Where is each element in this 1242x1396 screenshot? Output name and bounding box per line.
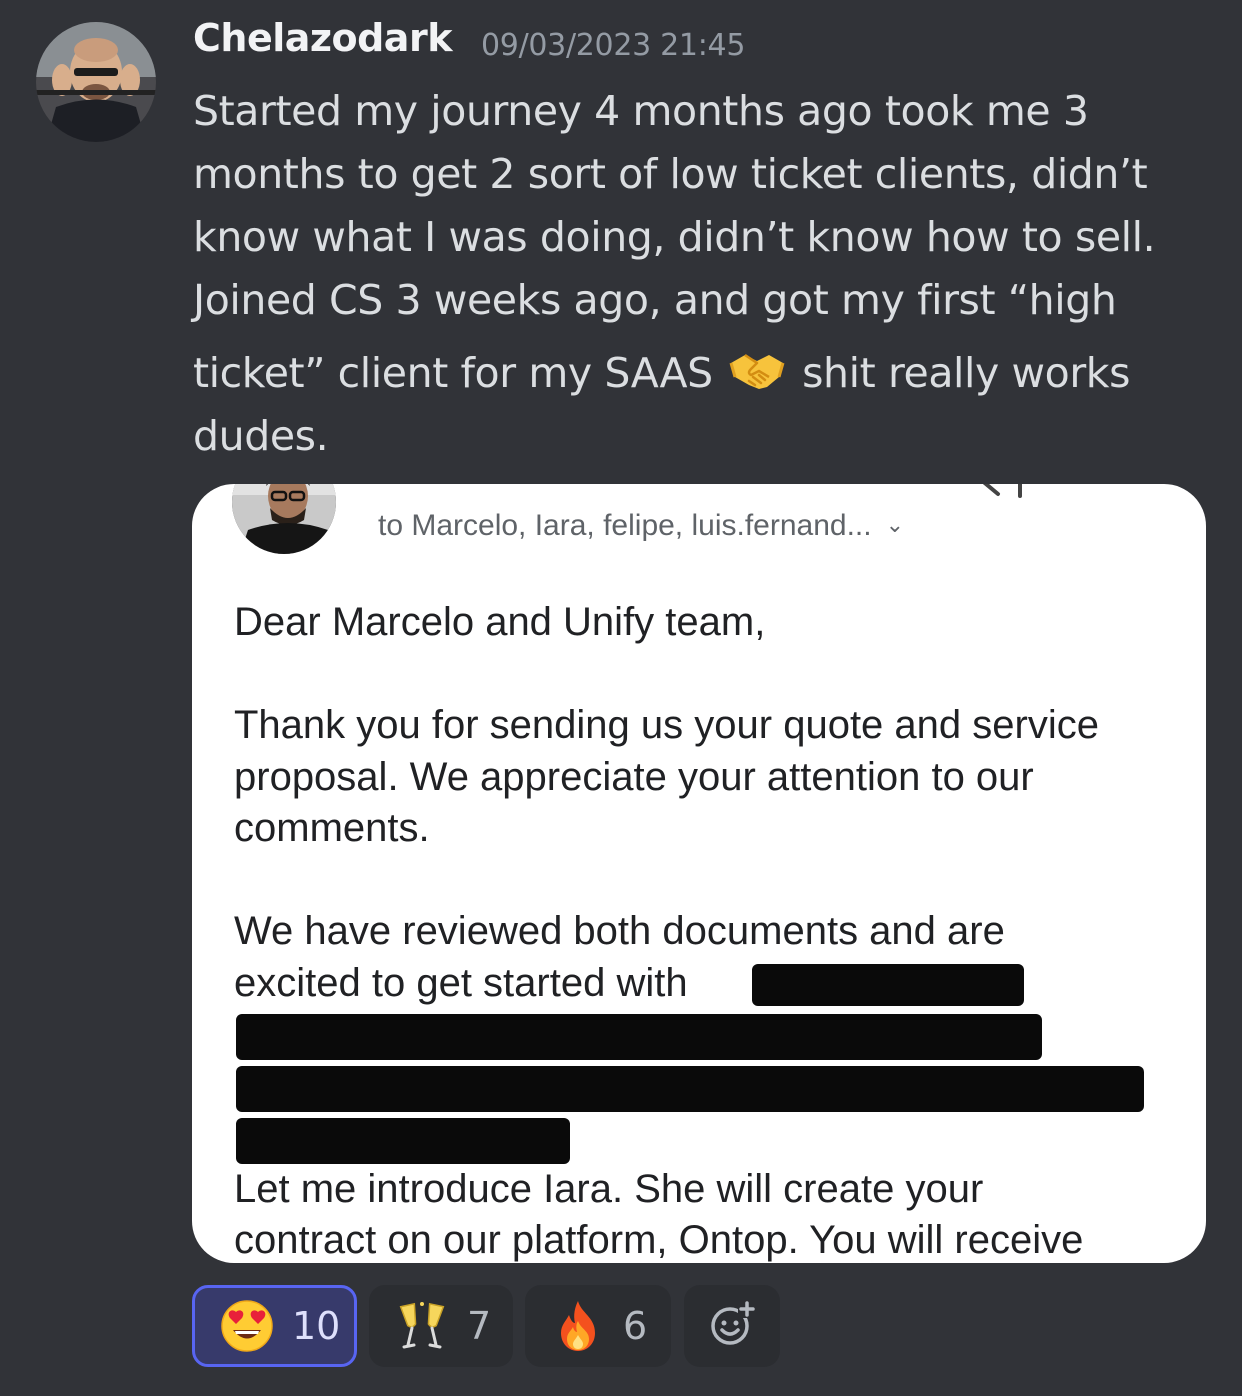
message-line: know what I was doing, didn’t know how t… [193,213,1156,261]
reaction-fire[interactable]: 6 [525,1285,671,1367]
email-line: comments. [234,806,430,850]
email-line: We have reviewed both documents and are [234,909,1005,953]
reaction-clinking-glasses[interactable]: 7 [369,1285,513,1367]
add-reaction-icon [708,1300,756,1352]
add-reaction-button[interactable] [684,1285,780,1367]
email-recipients: to Marcelo, Iara, felipe, luis.fernand..… [378,509,904,543]
reaction-count: 7 [467,1304,492,1348]
author-name[interactable]: Chelazodark [193,16,452,60]
reaction-count: 10 [292,1304,341,1348]
email-line: excited to get started with [234,960,688,1005]
fire-emoji [551,1299,605,1353]
message-line: months to get 2 sort of low ticket clien… [193,150,1148,198]
sender-avatar [232,484,336,554]
recipients-text: to Marcelo, Iara, felipe, luis.fernand..… [378,509,872,542]
redacted-section: excited to get started with [234,958,1179,1164]
reaction-count: 6 [623,1304,648,1348]
redaction-bar [236,1117,570,1164]
redaction-bar [752,963,1024,1006]
message-line: ticket” client for my SAAS shit really w… [193,342,1193,405]
email-toolbar-icons [976,484,1166,500]
message-line: Started my journey 4 months ago took me … [193,87,1089,135]
heart-eyes-emoji [220,1299,274,1353]
email-line: proposal. We appreciate your attention t… [234,754,1034,799]
email-line: Thank you for sending us your quote and … [234,703,1099,747]
email-line: Let me introduce Iara. She will create y… [234,1166,984,1211]
redaction-bar [236,1065,1144,1112]
image-attachment[interactable]: to Marcelo, Iara, felipe, luis.fernand..… [192,484,1206,1263]
message-line: dudes. [193,412,329,460]
clinking-glasses-emoji [395,1299,449,1353]
message-content: Started my journey 4 months ago took me … [193,80,1193,468]
redaction-bar [236,1013,1042,1060]
message-line-part: shit really works [802,349,1131,397]
email-line: contract on our platform, Ontop. You wil… [234,1218,1084,1262]
author-avatar[interactable] [36,22,156,142]
message-line-part: ticket” client for my SAAS [193,349,713,397]
email-body: Dear Marcelo and Unify team, Thank you f… [234,597,1179,1263]
email-greeting: Dear Marcelo and Unify team, [234,600,766,644]
message-line: Joined CS 3 weeks ago, and got my first … [193,276,1117,324]
chevron-down-icon: ⌄ [885,512,905,537]
message-timestamp: 09/03/2023 21:45 [481,28,746,63]
handshake-emoji [729,348,785,392]
reaction-heart-eyes[interactable]: 10 [192,1285,357,1367]
